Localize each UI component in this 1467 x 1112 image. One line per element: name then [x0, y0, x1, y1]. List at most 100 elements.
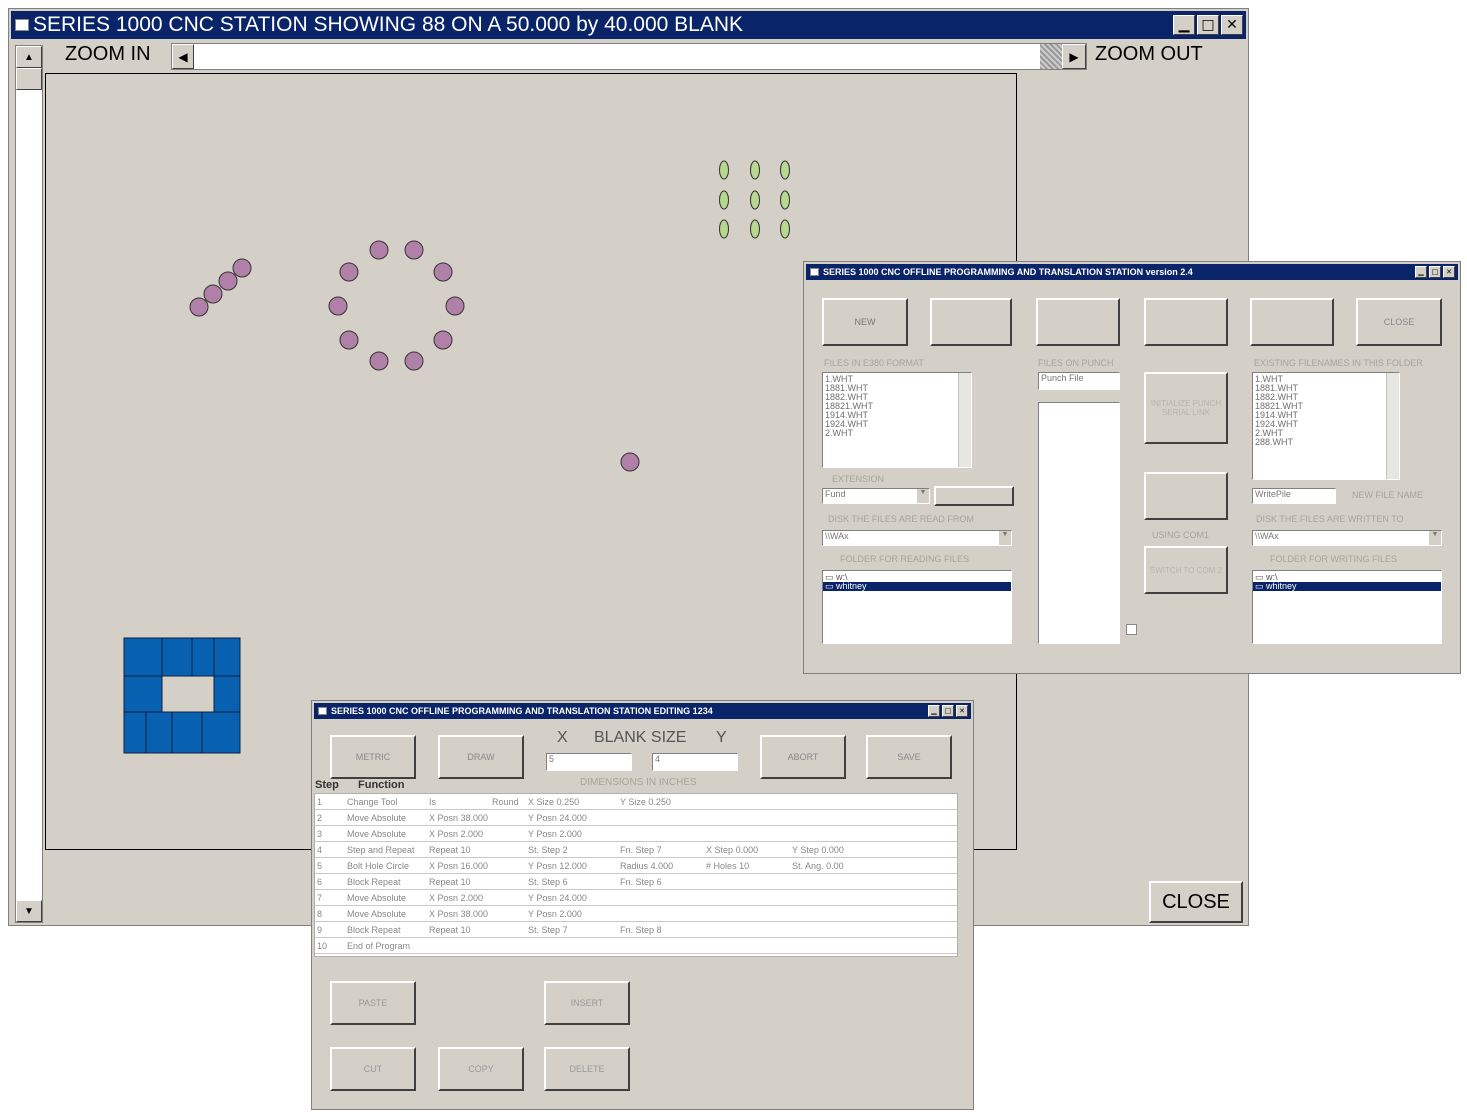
circle-hole — [433, 330, 453, 350]
diag-hole — [203, 284, 223, 304]
folder-write-tree[interactable]: ▭ w:\ ▭ whitney — [1252, 570, 1442, 644]
offline-button-2[interactable] — [930, 298, 1012, 346]
files-scrollbar[interactable] — [958, 373, 971, 467]
new-file-field[interactable]: WritePile — [1252, 488, 1336, 504]
edit-maximize-icon[interactable]: □ — [942, 705, 954, 717]
offline-button-5[interactable] — [1250, 298, 1334, 346]
new-button[interactable]: NEW — [822, 298, 908, 346]
table-cell — [876, 937, 957, 954]
table-cell: 4 — [315, 841, 345, 858]
option-checkbox[interactable] — [1126, 624, 1137, 635]
folder-item-selected[interactable]: ▭ whitney — [1253, 582, 1441, 591]
table-row[interactable]: 5 Bolt Hole Circle X Posn 16.000 Y Posn 12.… — [315, 857, 957, 874]
circle-hole — [339, 262, 359, 282]
chevron-down-icon[interactable]: ▼ — [999, 531, 1011, 545]
table-row[interactable]: 8 Move Absolute X Posn 38.000 Y Posn 2.000 — [315, 905, 957, 922]
delete-button[interactable]: DELETE — [544, 1047, 630, 1091]
extension-select[interactable]: Fund ▼ — [822, 488, 930, 504]
punch-files-list[interactable] — [1038, 402, 1120, 644]
edit-close-icon[interactable]: ✕ — [956, 705, 968, 717]
offline-button-4[interactable] — [1144, 298, 1228, 346]
zoom-thumb[interactable] — [1040, 44, 1062, 69]
disk-read-value: \\WAx — [825, 531, 849, 541]
offline-minimize-icon[interactable]: ▁ — [1415, 266, 1427, 278]
program-table[interactable]: 1 Change Tool Is Round X Size 0.250 Y Size 0.… — [314, 793, 958, 957]
table-row[interactable]: 2 Move Absolute X Posn 38.000 Y Posn 24.000 — [315, 809, 957, 826]
table-row[interactable]: 4 Step and Repeat Repeat 10 St. Step 2 Fn. S… — [315, 841, 957, 858]
table-row[interactable]: 3 Move Absolute X Posn 2.000 Y Posn 2.000 — [315, 825, 957, 842]
blank-x-input[interactable]: 5 — [546, 753, 632, 771]
table-cell — [790, 921, 877, 938]
files-list[interactable]: 1.WHT 1881.WHT 1882.WHT 18821.WHT 1914.W… — [822, 372, 972, 468]
list-item[interactable]: 288.WHT — [1253, 438, 1399, 447]
table-row[interactable]: 10 End of Program — [315, 937, 957, 954]
close-button[interactable]: CLOSE — [1149, 881, 1243, 923]
offline-close-icon[interactable]: ✕ — [1443, 266, 1455, 278]
table-cell: St. Step 6 — [526, 873, 619, 890]
save-button[interactable]: SAVE — [866, 735, 952, 779]
table-cell: Y Size 0.250 — [618, 794, 705, 810]
edit-minimize-icon[interactable]: ▁ — [928, 705, 940, 717]
table-cell — [490, 873, 527, 890]
close-icon[interactable]: ✕ — [1221, 15, 1243, 35]
scroll-down-icon[interactable]: ▼ — [16, 900, 42, 922]
scroll-up-icon[interactable]: ▲ — [16, 46, 42, 68]
dimensions-label: DIMENSIONS IN INCHES — [580, 777, 697, 788]
diag-hole — [189, 297, 209, 317]
slot-hole — [750, 160, 760, 180]
metric-button[interactable]: METRIC — [330, 735, 416, 779]
blank-y-value: 4 — [655, 754, 661, 764]
extension-button[interactable] — [934, 486, 1014, 506]
col-step-header: Step — [315, 779, 339, 791]
table-row[interactable]: 6 Block Repeat Repeat 10 St. Step 6 Fn. Step… — [315, 873, 957, 890]
disk-write-label: DISK THE FILES ARE WRITTEN TO — [1256, 514, 1404, 524]
folder-item-selected[interactable]: ▭ whitney — [823, 582, 1011, 591]
table-row[interactable]: 7 Move Absolute X Posn 2.000 Y Posn 24.000 — [315, 889, 957, 906]
table-cell — [704, 937, 791, 954]
punch-action-button[interactable] — [1144, 472, 1228, 520]
switch-com-button[interactable]: SWITCH TO COM 2 — [1144, 546, 1228, 594]
table-cell — [876, 841, 957, 858]
abort-button[interactable]: ABORT — [760, 735, 846, 779]
copy-button[interactable]: COPY — [438, 1047, 524, 1091]
folder-label: whitney — [1266, 581, 1297, 591]
existing-scrollbar[interactable] — [1386, 373, 1399, 479]
insert-button[interactable]: INSERT — [544, 981, 630, 1025]
main-title-bar[interactable]: SERIES 1000 CNC STATION SHOWING 88 ON A … — [11, 11, 1246, 39]
chevron-down-icon[interactable]: ▼ — [917, 489, 929, 503]
table-cell — [876, 809, 957, 826]
minimize-icon[interactable]: ▁ — [1173, 15, 1195, 35]
disk-write-select[interactable]: \\WAx ▼ — [1252, 530, 1442, 546]
chevron-down-icon[interactable]: ▼ — [1429, 531, 1441, 545]
zoom-right-icon[interactable]: ▶ — [1062, 44, 1086, 69]
table-row[interactable]: 1 Change Tool Is Round X Size 0.250 Y Size 0.… — [315, 794, 957, 810]
cut-button[interactable]: CUT — [330, 1047, 416, 1091]
table-cell — [490, 905, 527, 922]
x-label: X — [557, 729, 568, 746]
draw-button[interactable]: DRAW — [438, 735, 524, 779]
scroll-thumb[interactable] — [16, 68, 42, 90]
disk-read-select[interactable]: \\WAx ▼ — [822, 530, 1012, 546]
offline-maximize-icon[interactable]: □ — [1429, 266, 1441, 278]
punch-file-field[interactable]: Punch File — [1038, 372, 1120, 390]
list-item[interactable]: 2.WHT — [823, 429, 971, 438]
table-cell — [876, 905, 957, 922]
table-row[interactable]: 9 Block Repeat Repeat 10 St. Step 7 Fn. Step… — [315, 921, 957, 938]
circle-hole — [404, 240, 424, 260]
offline-close-button[interactable]: CLOSE — [1356, 298, 1442, 346]
offline-title-bar[interactable]: SERIES 1000 CNC OFFLINE PROGRAMMING AND … — [806, 264, 1458, 280]
square-tool-pattern — [123, 637, 241, 754]
zoom-scrollbar[interactable]: ◀ ▶ — [171, 43, 1087, 70]
blank-y-input[interactable]: 4 — [652, 753, 738, 771]
offline-button-3[interactable] — [1036, 298, 1120, 346]
existing-files-list[interactable]: 1.WHT 1881.WHT 1882.WHT 18821.WHT 1914.W… — [1252, 372, 1400, 480]
edit-title-bar[interactable]: SERIES 1000 CNC OFFLINE PROGRAMMING AND … — [314, 703, 971, 719]
folder-read-tree[interactable]: ▭ w:\ ▭ whitney — [822, 570, 1012, 644]
init-punch-button[interactable]: INITIALIZE PUNCH SERIAL LINK — [1144, 372, 1228, 444]
paste-button[interactable]: PASTE — [330, 981, 416, 1025]
table-cell — [490, 825, 527, 842]
vertical-scrollbar[interactable]: ▲ ▼ — [15, 45, 43, 923]
maximize-icon[interactable]: □ — [1197, 15, 1219, 35]
table-cell — [618, 937, 705, 954]
zoom-left-icon[interactable]: ◀ — [172, 44, 194, 69]
